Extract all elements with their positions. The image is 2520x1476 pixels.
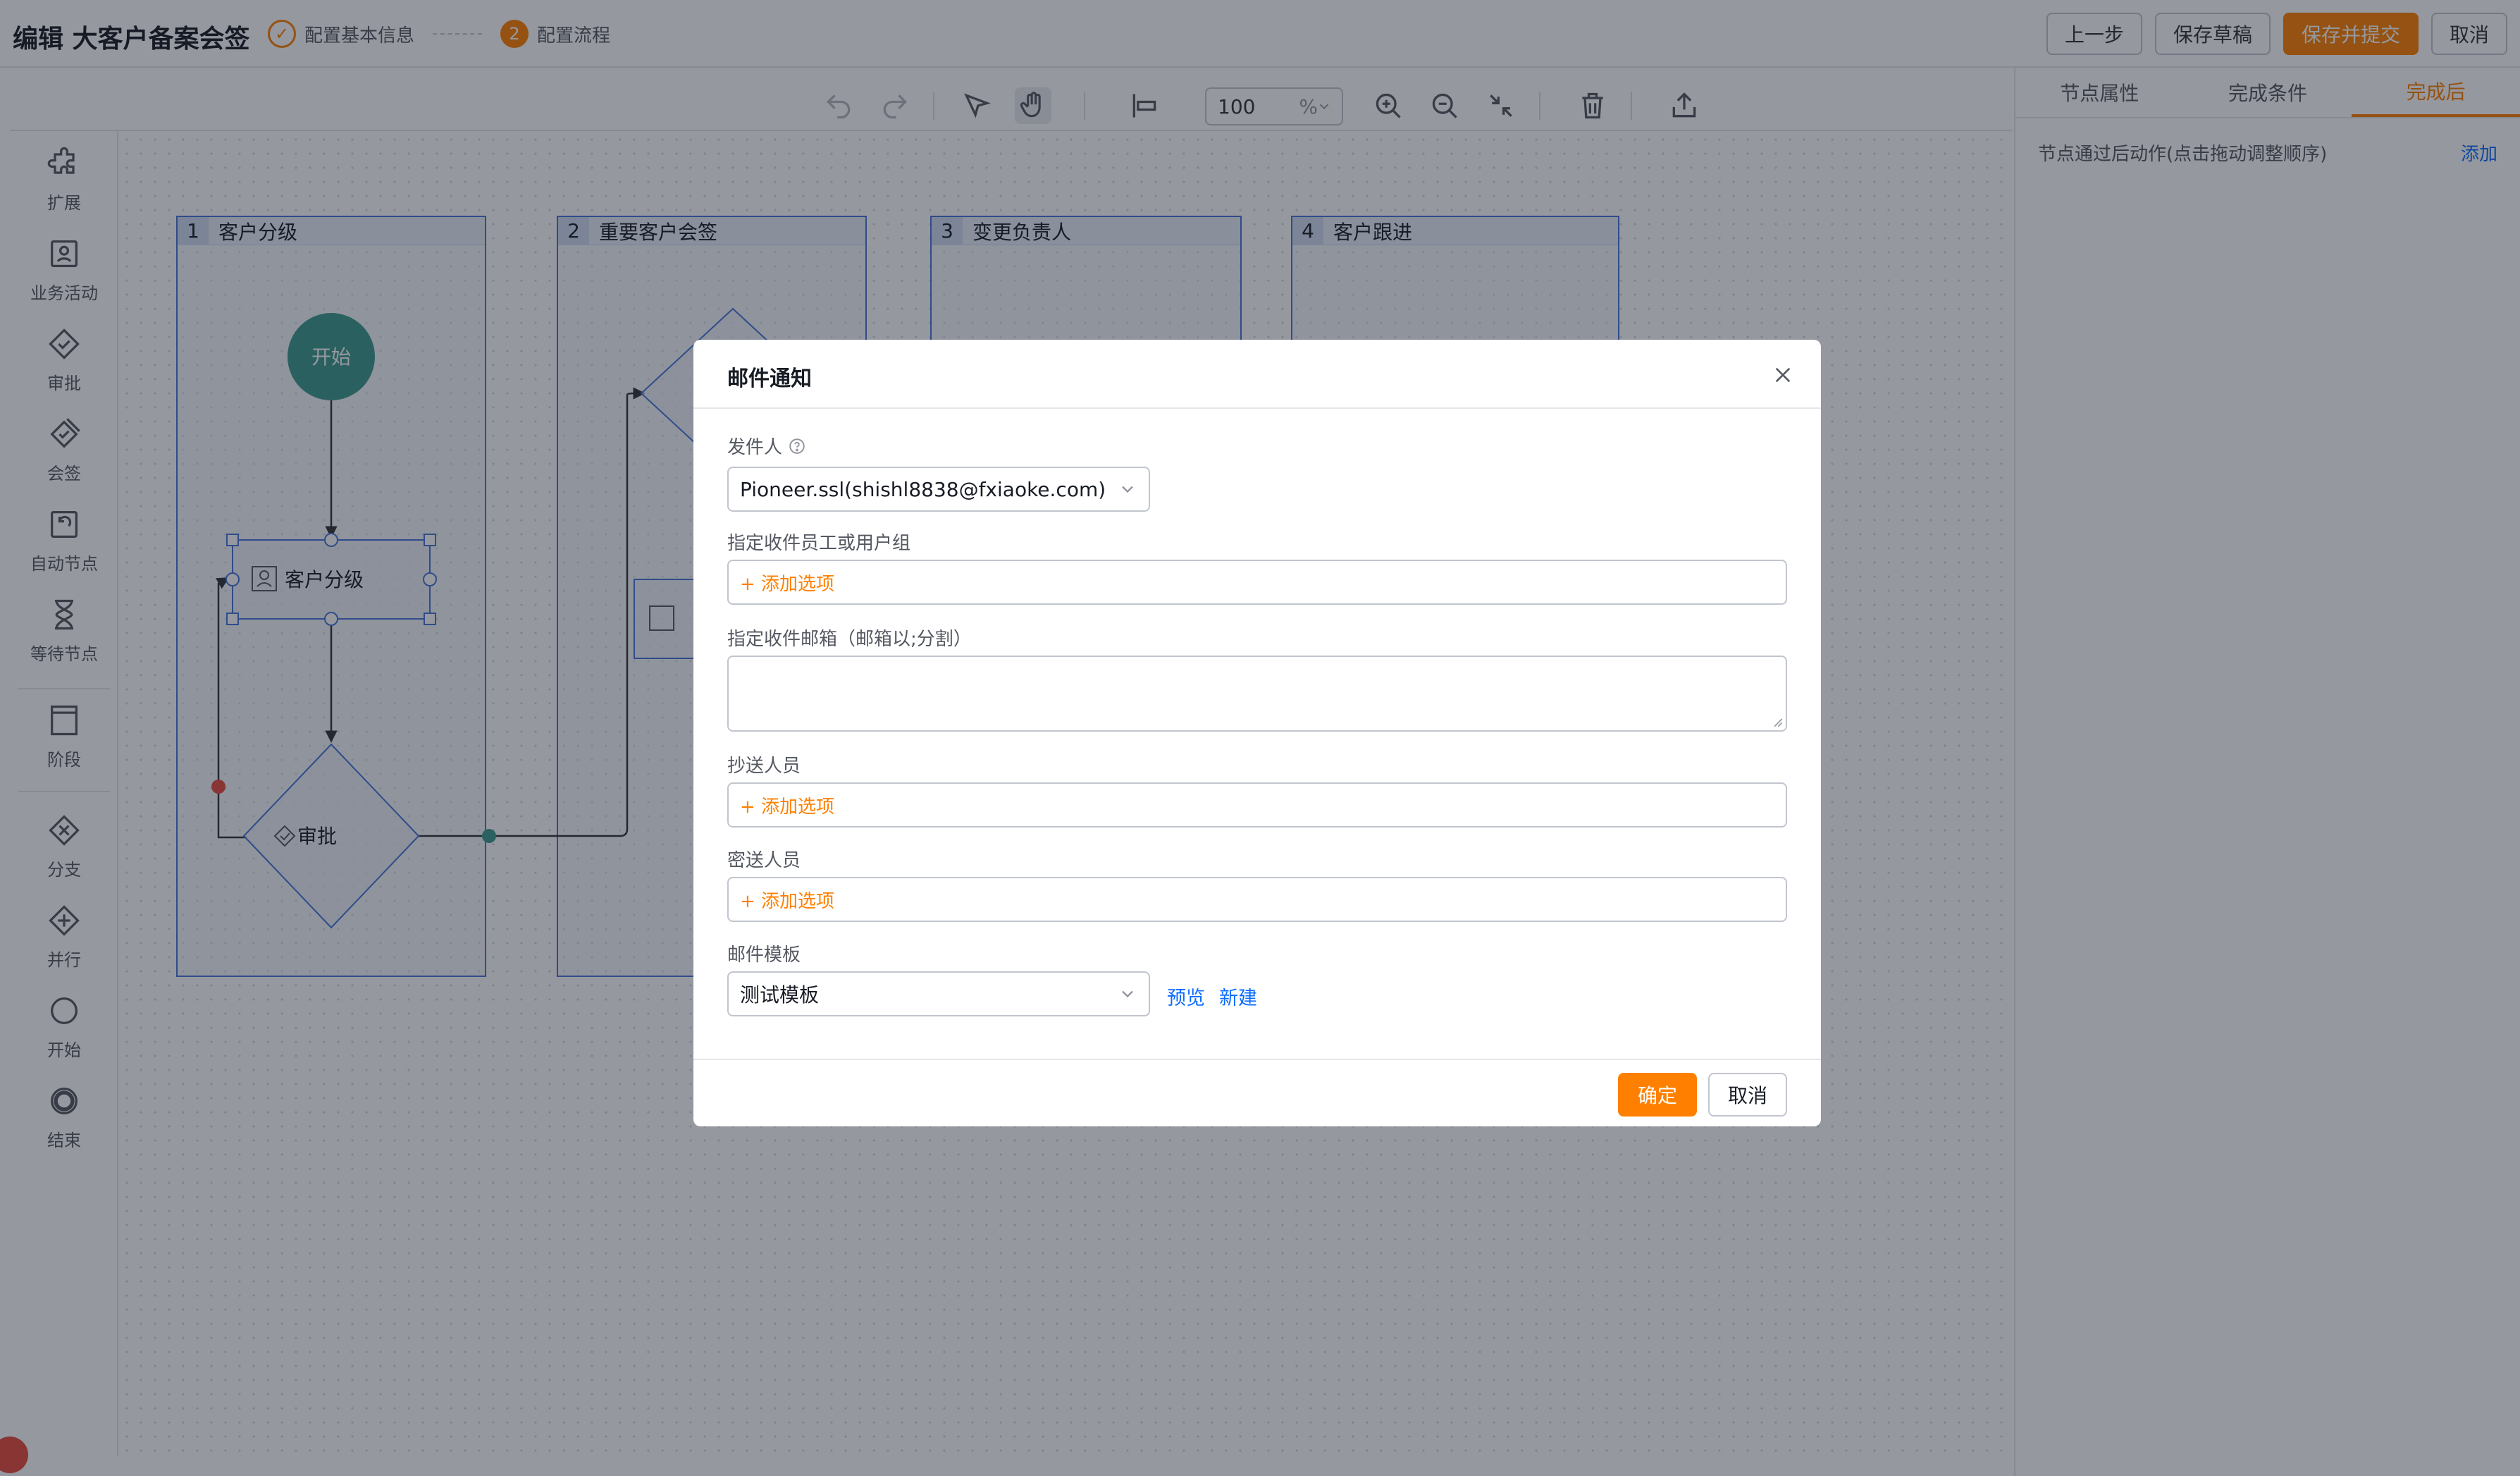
bcc-label: 密送人员: [727, 850, 801, 871]
dialog-title: 邮件通知: [727, 367, 812, 391]
help-icon[interactable]: [788, 437, 806, 455]
bcc-add-option[interactable]: + 添加选项: [740, 887, 834, 913]
cc-field[interactable]: + 添加选项: [727, 782, 1787, 828]
chevron-down-icon: [1122, 486, 1133, 493]
sender-value: Pioneer.ssl(shishl8838@fxiaoke.com): [740, 477, 1106, 501]
recipients-field[interactable]: + 添加选项: [727, 560, 1787, 605]
recipients-add-option[interactable]: + 添加选项: [740, 570, 834, 596]
template-value: 测试模板: [740, 983, 820, 1007]
resize-handle-icon[interactable]: [1772, 716, 1783, 727]
new-template-link[interactable]: 新建: [1219, 983, 1257, 1010]
cancel-button[interactable]: 取消: [1707, 1073, 1787, 1117]
sender-label-row: 发件人: [727, 433, 806, 459]
preview-link[interactable]: 预览: [1167, 983, 1205, 1010]
chevron-down-icon: [1122, 990, 1133, 998]
dialog-header: 邮件通知: [693, 340, 1821, 409]
cc-add-option[interactable]: + 添加选项: [740, 792, 834, 818]
dialog-footer: 确定 取消: [693, 1059, 1821, 1126]
sender-select[interactable]: Pioneer.ssl(shishl8838@fxiaoke.com): [727, 467, 1150, 512]
close-icon[interactable]: [1772, 364, 1794, 386]
template-select[interactable]: 测试模板: [727, 971, 1150, 1016]
cc-label: 抄送人员: [727, 756, 801, 777]
sender-label: 发件人: [727, 437, 783, 458]
template-label: 邮件模板: [727, 945, 801, 966]
emails-label: 指定收件邮箱（邮箱以;分割）: [727, 629, 972, 650]
confirm-button[interactable]: 确定: [1617, 1073, 1697, 1117]
emails-textarea[interactable]: [727, 656, 1787, 732]
email-notification-dialog: 邮件通知 发件人 Pioneer.ssl(shishl8838@fxiaoke.…: [693, 340, 1821, 1126]
recipients-label: 指定收件员工或用户组: [727, 533, 911, 554]
bcc-field[interactable]: + 添加选项: [727, 877, 1787, 922]
